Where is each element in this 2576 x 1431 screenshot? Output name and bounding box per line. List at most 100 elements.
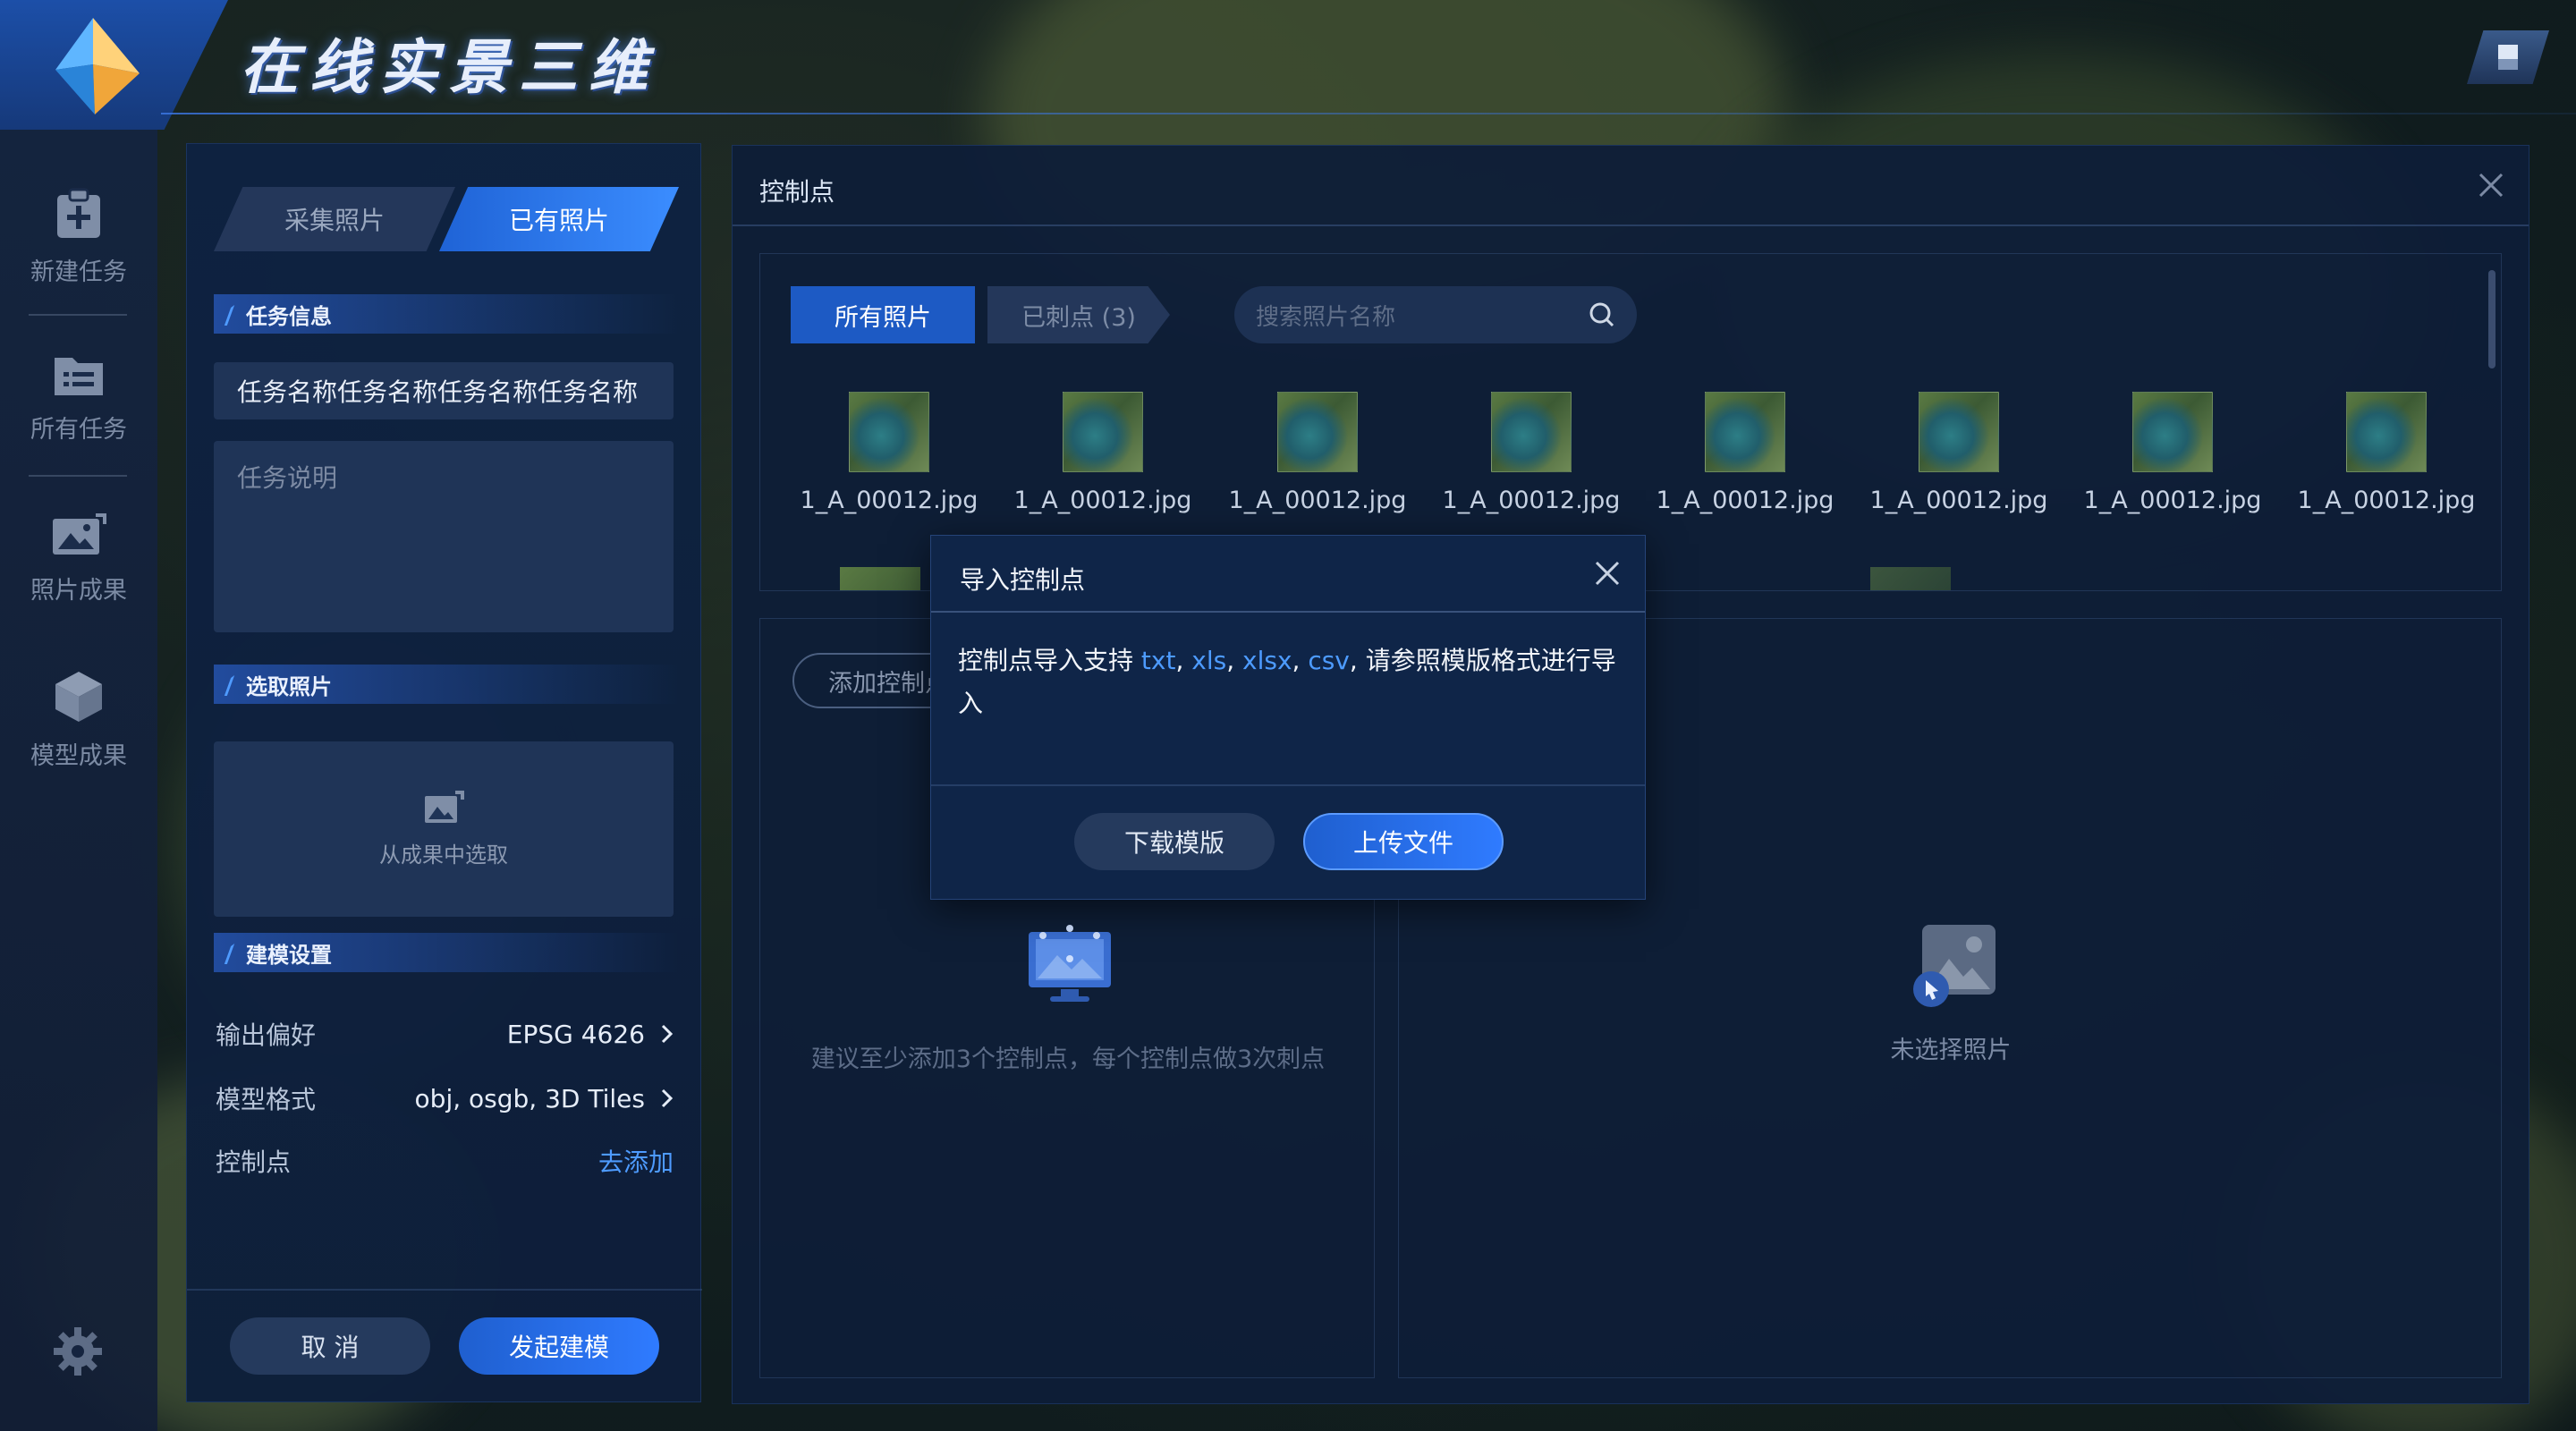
photo-thumbnail-partial[interactable]: [1870, 567, 1951, 590]
section-task-info: 任务信息: [214, 294, 679, 334]
nav-divider: [29, 475, 127, 477]
model-format-row[interactable]: 模型格式 obj, osgb, 3D Tiles: [216, 1076, 674, 1121]
photo-image: [1277, 392, 1358, 472]
panel-icon: [2498, 45, 2518, 70]
photo-name: 1_A_00012.jpg: [800, 487, 979, 514]
photo-thumbnail-partial[interactable]: [840, 567, 920, 590]
close-icon[interactable]: [2477, 171, 2505, 199]
photo-image: [1063, 392, 1143, 472]
nav-label: 模型成果: [30, 741, 127, 770]
cube-icon: [55, 671, 102, 722]
close-icon[interactable]: [1593, 559, 1622, 588]
photo-thumbnail[interactable]: 1_A_00012.jpg: [1013, 392, 1192, 514]
photo-name: 1_A_00012.jpg: [1013, 487, 1192, 514]
folder-list-icon: [55, 357, 103, 395]
start-modeling-button[interactable]: 发起建模: [459, 1317, 659, 1375]
task-name-input[interactable]: 任务名称任务名称任务名称任务名称: [214, 362, 674, 419]
photo-thumbnail[interactable]: 1_A_00012.jpg: [1228, 392, 1407, 514]
nav-label: 照片成果: [30, 576, 127, 605]
separator: ,: [1226, 646, 1242, 675]
tab-marked-points[interactable]: 已刺点 (3): [987, 286, 1170, 343]
photo-thumbnail[interactable]: 1_A_00012.jpg: [1656, 392, 1835, 514]
photo-name: 1_A_00012.jpg: [2297, 487, 2476, 514]
pick-from-results-label: 从成果中选取: [379, 842, 508, 868]
dialog-title: 导入控制点: [960, 565, 1086, 595]
photo-name: 1_A_00012.jpg: [1656, 487, 1835, 514]
search-icon[interactable]: [1589, 301, 1615, 328]
nav-label: 所有任务: [30, 415, 127, 444]
nav-divider: [29, 314, 127, 316]
nav-item-new-task[interactable]: 新建任务: [0, 165, 157, 309]
download-template-button[interactable]: 下载模版: [1074, 813, 1275, 870]
task-description-textarea[interactable]: 任务说明: [214, 441, 674, 632]
photo-image: [1491, 392, 1572, 472]
scrollbar-thumb[interactable]: [2488, 270, 2496, 368]
section-modeling-settings: 建模设置: [214, 933, 679, 972]
dialog-message: 控制点导入支持 txt, xls, xlsx, csv, 请参照模版格式进行导入: [958, 639, 1620, 725]
task-panel-footer: 取 消 发起建模: [187, 1289, 702, 1401]
section-title: 建模设置: [246, 942, 332, 968]
photo-icon: [53, 512, 106, 555]
message-text: 控制点导入支持: [958, 646, 1141, 675]
no-photo-icon: [1913, 925, 1996, 1007]
chevron-right-icon: [661, 1088, 674, 1108]
tab-all-photos[interactable]: 所有照片: [791, 286, 975, 343]
tab-capture-photos[interactable]: 采集照片: [214, 187, 455, 251]
output-preference-label: 输出偏好: [216, 1020, 317, 1050]
task-name-value: 任务名称任务名称任务名称任务名称: [237, 377, 639, 407]
photo-name: 1_A_00012.jpg: [2083, 487, 2262, 514]
upload-file-button[interactable]: 上传文件: [1303, 813, 1504, 870]
dialog-divider: [931, 611, 1645, 613]
chevron-right-icon: [661, 1024, 674, 1044]
photo-thumbnail[interactable]: 1_A_00012.jpg: [2297, 392, 2476, 514]
photo-name: 1_A_00012.jpg: [1442, 487, 1621, 514]
control-point-label: 控制点: [216, 1147, 292, 1177]
control-point-hint: 建议至少添加3个控制点，每个控制点做3次刺点: [810, 1046, 1326, 1073]
settings-button[interactable]: [52, 1325, 104, 1381]
nav-label: 新建任务: [30, 258, 127, 286]
tab-existing-photos[interactable]: 已有照片: [439, 187, 679, 251]
app-logo-icon: [55, 18, 140, 114]
output-preference-value: EPSG 4626: [506, 1019, 645, 1049]
photo-name: 1_A_00012.jpg: [1228, 487, 1407, 514]
task-description-placeholder: 任务说明: [237, 463, 338, 493]
photo-image: [849, 392, 929, 472]
no-photo-selected-text: 未选择照片: [1890, 1037, 2012, 1064]
app-header: 在线实景三维: [0, 0, 2576, 130]
nav-item-photo-results[interactable]: 照片成果: [0, 487, 157, 631]
add-control-point-link[interactable]: 去添加: [598, 1143, 674, 1179]
toggle-button[interactable]: [2467, 30, 2549, 84]
photo-thumbnail[interactable]: 1_A_00012.jpg: [1442, 392, 1621, 514]
dialog-footer-divider: [931, 784, 1645, 786]
panel-divider: [733, 224, 2529, 226]
side-nav: 新建任务 所有任务 照片成果 模型成果: [0, 130, 157, 1431]
task-panel: 采集照片 已有照片 任务信息 任务名称任务名称任务名称任务名称 任务说明 选取照…: [186, 143, 702, 1402]
format-xlsx: xlsx: [1242, 646, 1292, 675]
monitor-points-icon: [1029, 925, 1111, 1002]
photo-image: [1705, 392, 1785, 472]
photo-thumbnail[interactable]: 1_A_00012.jpg: [1869, 392, 2048, 514]
header-divider: [161, 113, 2576, 114]
panel-title: 控制点: [759, 177, 835, 207]
pick-from-results-button[interactable]: 从成果中选取: [214, 741, 674, 917]
photo-search-input[interactable]: 搜索照片名称: [1234, 286, 1637, 343]
cancel-button[interactable]: 取 消: [230, 1317, 430, 1375]
photo-thumbnail[interactable]: 1_A_00012.jpg: [800, 392, 979, 514]
section-title: 选取照片: [246, 673, 332, 699]
app-title: 在线实景三维: [240, 32, 658, 102]
format-txt: txt: [1140, 646, 1176, 675]
nav-item-all-tasks[interactable]: 所有任务: [0, 326, 157, 470]
separator: ,: [1175, 646, 1192, 675]
nav-item-model-results[interactable]: 模型成果: [0, 648, 157, 792]
photo-image: [2346, 392, 2427, 472]
output-preference-row[interactable]: 输出偏好 EPSG 4626: [216, 1012, 674, 1056]
photo-name: 1_A_00012.jpg: [1869, 487, 2048, 514]
section-select-photos: 选取照片: [214, 665, 679, 704]
control-point-row: 控制点 去添加: [216, 1139, 674, 1183]
section-title: 任务信息: [246, 303, 332, 329]
model-format-label: 模型格式: [216, 1085, 317, 1114]
photo-image: [1919, 392, 1999, 472]
photo-thumbnail[interactable]: 1_A_00012.jpg: [2083, 392, 2262, 514]
image-add-icon: [425, 790, 464, 823]
format-csv: csv: [1308, 646, 1350, 675]
